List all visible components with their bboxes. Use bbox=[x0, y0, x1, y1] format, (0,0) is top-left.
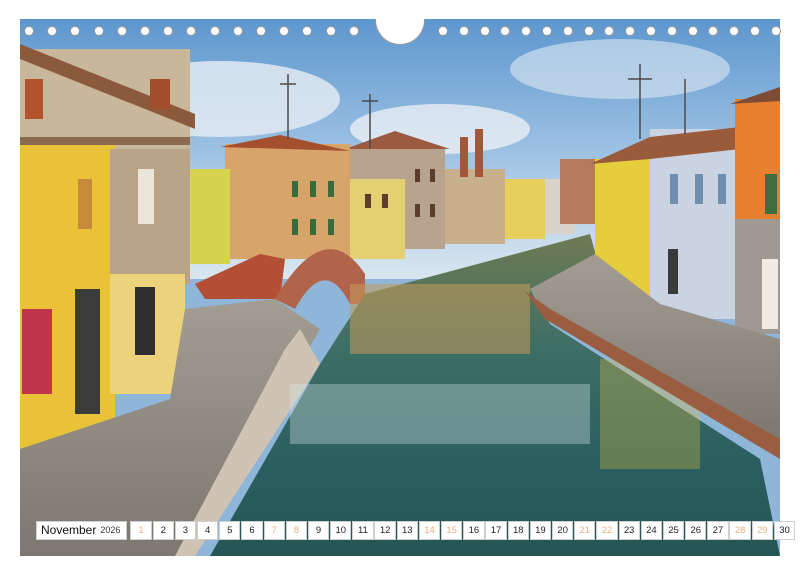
binding-hole bbox=[500, 26, 511, 36]
day-cell: 28 bbox=[729, 521, 751, 540]
day-cell: 5 bbox=[219, 521, 241, 540]
day-cell: 19 bbox=[529, 521, 552, 540]
day-cell: 2 bbox=[152, 521, 174, 540]
day-cell: 23 bbox=[618, 521, 640, 540]
binding-hole bbox=[325, 26, 336, 36]
day-cell: 22 bbox=[596, 521, 618, 540]
binding-hole bbox=[93, 26, 104, 36]
binding-hole bbox=[687, 26, 698, 36]
binding-hole bbox=[140, 26, 150, 36]
binding-hole bbox=[542, 26, 552, 36]
binding-hole bbox=[750, 26, 760, 36]
day-cell: 12 bbox=[374, 521, 396, 540]
binding-hole bbox=[348, 26, 359, 36]
day-cell: 9 bbox=[307, 521, 330, 540]
day-cell: 20 bbox=[551, 521, 574, 540]
month-label: November 2026 bbox=[36, 521, 128, 540]
month-name: November bbox=[41, 523, 97, 537]
day-cell: 4 bbox=[196, 521, 219, 540]
calendar-photo bbox=[20, 19, 780, 556]
binding-hole bbox=[458, 26, 469, 36]
day-cell: 26 bbox=[685, 521, 707, 540]
day-cell: 14 bbox=[418, 521, 441, 540]
binding-hole bbox=[479, 26, 490, 36]
day-cell: 21 bbox=[574, 521, 596, 540]
binding-hole bbox=[438, 26, 448, 36]
day-cell: 17 bbox=[485, 521, 507, 540]
day-cell: 15 bbox=[441, 521, 463, 540]
binding-hole bbox=[256, 26, 266, 36]
calendar-page: November 2026 1 2 3 4 5 6 7 8 9 10 11 12 13 14 15 16 17 1… bbox=[0, 0, 800, 577]
day-cell: 10 bbox=[330, 521, 352, 540]
binding-hole bbox=[186, 26, 197, 36]
day-cell: 29 bbox=[751, 521, 773, 540]
binding-hole bbox=[604, 26, 615, 36]
day-cell: 8 bbox=[285, 521, 307, 540]
day-cell: 11 bbox=[352, 521, 374, 540]
binding-hole bbox=[209, 26, 220, 36]
binding-hole bbox=[770, 26, 781, 36]
binding-hole bbox=[583, 26, 594, 36]
day-cell: 7 bbox=[263, 521, 285, 540]
binding-hole bbox=[232, 26, 243, 36]
binding-hole bbox=[47, 26, 58, 36]
day-cell: 30 bbox=[773, 521, 796, 540]
day-cell: 16 bbox=[463, 521, 485, 540]
day-cell: 1 bbox=[130, 521, 152, 540]
binding-hole bbox=[646, 26, 656, 36]
binding-hole bbox=[302, 26, 313, 36]
binding-hole bbox=[666, 26, 677, 36]
day-cell: 24 bbox=[640, 521, 662, 540]
day-cell: 3 bbox=[174, 521, 197, 540]
day-cell: 13 bbox=[396, 521, 418, 540]
day-cell: 25 bbox=[662, 521, 685, 540]
binding-hole bbox=[708, 26, 719, 36]
binding-hole bbox=[24, 26, 34, 36]
binding-hole bbox=[625, 26, 636, 36]
day-cell: 27 bbox=[707, 521, 729, 540]
binding-hole bbox=[279, 26, 290, 36]
binding-hole bbox=[70, 26, 81, 36]
binding-hole bbox=[729, 26, 740, 36]
binding-hole bbox=[521, 26, 532, 36]
year-label: 2026 bbox=[100, 525, 121, 535]
calendar-date-strip: November 2026 1 2 3 4 5 6 7 8 9 10 11 12 13 14 15 16 17 1… bbox=[36, 521, 796, 540]
day-cell: 6 bbox=[241, 521, 263, 540]
binding-hole bbox=[562, 26, 573, 36]
day-cells: 1 2 3 4 5 6 7 8 9 10 11 12 13 14 15 16 17 18 19 20 21 22 23 24 2… bbox=[130, 521, 796, 540]
day-cell: 18 bbox=[507, 521, 529, 540]
binding-hole bbox=[163, 26, 174, 36]
binding-hole bbox=[116, 26, 127, 36]
canal-scene bbox=[20, 19, 780, 556]
